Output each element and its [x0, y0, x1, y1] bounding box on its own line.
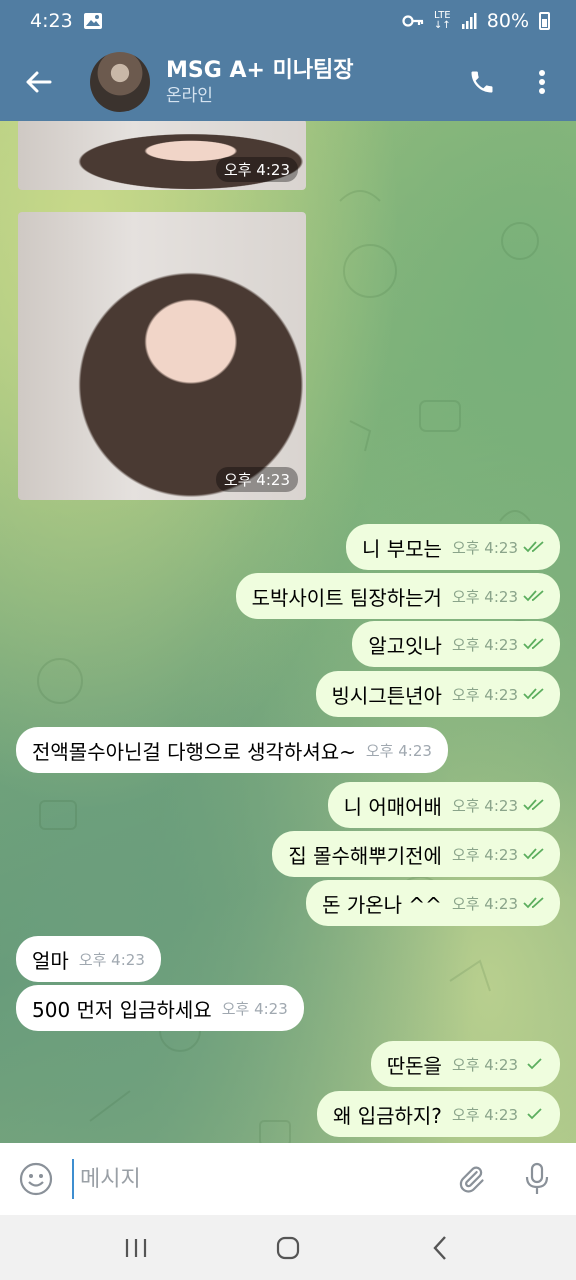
chat-title-area[interactable]: MSG A+ 미나팀장 온라인	[166, 57, 452, 107]
outgoing-message[interactable]: 알고잇나 오후 4:23	[352, 621, 560, 667]
vpn-key-icon	[402, 15, 424, 27]
double-check-icon	[523, 688, 544, 700]
double-check-icon	[523, 848, 544, 860]
message-text: 도박사이트 팀장하는거	[251, 585, 442, 610]
attach-button[interactable]	[438, 1143, 504, 1215]
message-time: 오후 4:23	[451, 894, 518, 913]
incoming-message[interactable]: 얼마 오후 4:23	[16, 936, 161, 982]
chat-history[interactable]: 오후 4:23 오후 4:23 니 부모는 오후 4:23 도박사이트 팀장하는…	[0, 121, 576, 1143]
chevron-left-icon	[433, 1235, 446, 1260]
message-time: 오후 4:23	[451, 635, 518, 654]
home-button[interactable]	[258, 1218, 318, 1278]
paperclip-icon	[459, 1166, 484, 1193]
outgoing-message[interactable]: 니 어매어배 오후 4:23	[327, 782, 560, 828]
message-time: 오후 4:23	[451, 796, 518, 815]
outgoing-message[interactable]: 니 부모는 오후 4:23	[345, 524, 560, 570]
recent-apps-button[interactable]	[106, 1218, 166, 1278]
message-text: 얼마	[32, 948, 69, 973]
battery-level: 80%	[486, 10, 529, 32]
avatar[interactable]	[90, 51, 150, 112]
status-time: 4:23	[30, 10, 73, 32]
photo-message[interactable]: 오후 4:23	[18, 212, 306, 500]
message-time: 오후 4:23	[451, 1055, 518, 1074]
double-check-icon	[523, 799, 544, 811]
message-time: 오후 4:23	[451, 1105, 518, 1124]
back-button[interactable]	[0, 42, 76, 121]
signal-icon	[461, 13, 477, 29]
photo-time: 오후 4:23	[215, 467, 298, 492]
microphone-icon	[525, 1162, 549, 1194]
message-input[interactable]	[72, 1159, 438, 1199]
message-text: 왜 입금하지?	[332, 1103, 442, 1128]
message-time: 오후 4:23	[451, 845, 518, 864]
incoming-message[interactable]: 전액몰수아닌걸 다행으로 생각하셔요~ 오후 4:23	[16, 727, 448, 773]
message-text: 전액몰수아닌걸 다행으로 생각하셔요~	[32, 739, 356, 764]
more-vertical-icon	[539, 69, 545, 94]
message-time: 오후 4:23	[451, 587, 518, 606]
outgoing-message[interactable]: 돈 가온나 ^^ 오후 4:23	[306, 880, 560, 926]
double-check-icon	[523, 590, 544, 602]
message-text: 집 몰수해뿌기전에	[288, 843, 442, 868]
call-button[interactable]	[452, 42, 512, 121]
photo-message[interactable]: 오후 4:23	[18, 121, 306, 190]
incoming-message[interactable]: 500 먼저 입금하세요 오후 4:23	[16, 985, 304, 1031]
message-time: 오후 4:23	[221, 999, 288, 1018]
message-text: 빙시그튼년아	[331, 683, 442, 708]
chat-title: MSG A+ 미나팀장	[166, 57, 354, 83]
message-time: 오후 4:23	[451, 538, 518, 557]
battery-icon	[539, 12, 550, 30]
gallery-icon	[83, 13, 102, 29]
chat-header: MSG A+ 미나팀장 온라인	[0, 42, 576, 121]
emoji-button[interactable]	[0, 1143, 72, 1215]
status-bar: 4:23 LTE ↓↑ 80%	[0, 0, 576, 42]
single-check-icon	[527, 1108, 542, 1120]
outgoing-message[interactable]: 도박사이트 팀장하는거 오후 4:23	[235, 573, 560, 619]
lte-icon: LTE ↓↑	[434, 10, 451, 31]
voice-message-button[interactable]	[504, 1143, 570, 1215]
outgoing-message[interactable]: 빙시그튼년아 오후 4:23	[315, 671, 560, 717]
message-text: 니 부모는	[361, 536, 442, 561]
message-text: 니 어매어배	[343, 794, 442, 819]
message-time: 오후 4:23	[365, 741, 432, 760]
outgoing-message[interactable]: 집 몰수해뿌기전에 오후 4:23	[272, 831, 560, 877]
message-time: 오후 4:23	[78, 950, 145, 969]
system-nav-bar	[0, 1215, 576, 1280]
home-icon	[276, 1236, 300, 1259]
outgoing-message[interactable]: 왜 입금하지? 오후 4:23	[316, 1091, 560, 1137]
message-composer	[0, 1143, 576, 1215]
double-check-icon	[523, 541, 544, 553]
single-check-icon	[527, 1058, 542, 1070]
message-text: 500 먼저 입금하세요	[32, 997, 212, 1022]
double-check-icon	[523, 897, 544, 909]
online-status: 온라인	[166, 85, 213, 106]
message-time: 오후 4:23	[451, 685, 518, 704]
smiley-icon	[19, 1162, 53, 1196]
arrow-left-icon	[26, 71, 52, 92]
recent-apps-icon	[125, 1238, 147, 1257]
message-text: 딴돈을	[386, 1053, 442, 1078]
outgoing-message[interactable]: 딴돈을 오후 4:23	[370, 1041, 560, 1087]
back-nav-button[interactable]	[410, 1218, 470, 1278]
phone-icon	[471, 71, 493, 92]
more-options-button[interactable]	[512, 42, 572, 121]
double-check-icon	[523, 638, 544, 650]
message-text: 돈 가온나 ^^	[322, 892, 442, 917]
message-text: 알고잇나	[368, 633, 442, 658]
photo-time: 오후 4:23	[215, 157, 298, 182]
